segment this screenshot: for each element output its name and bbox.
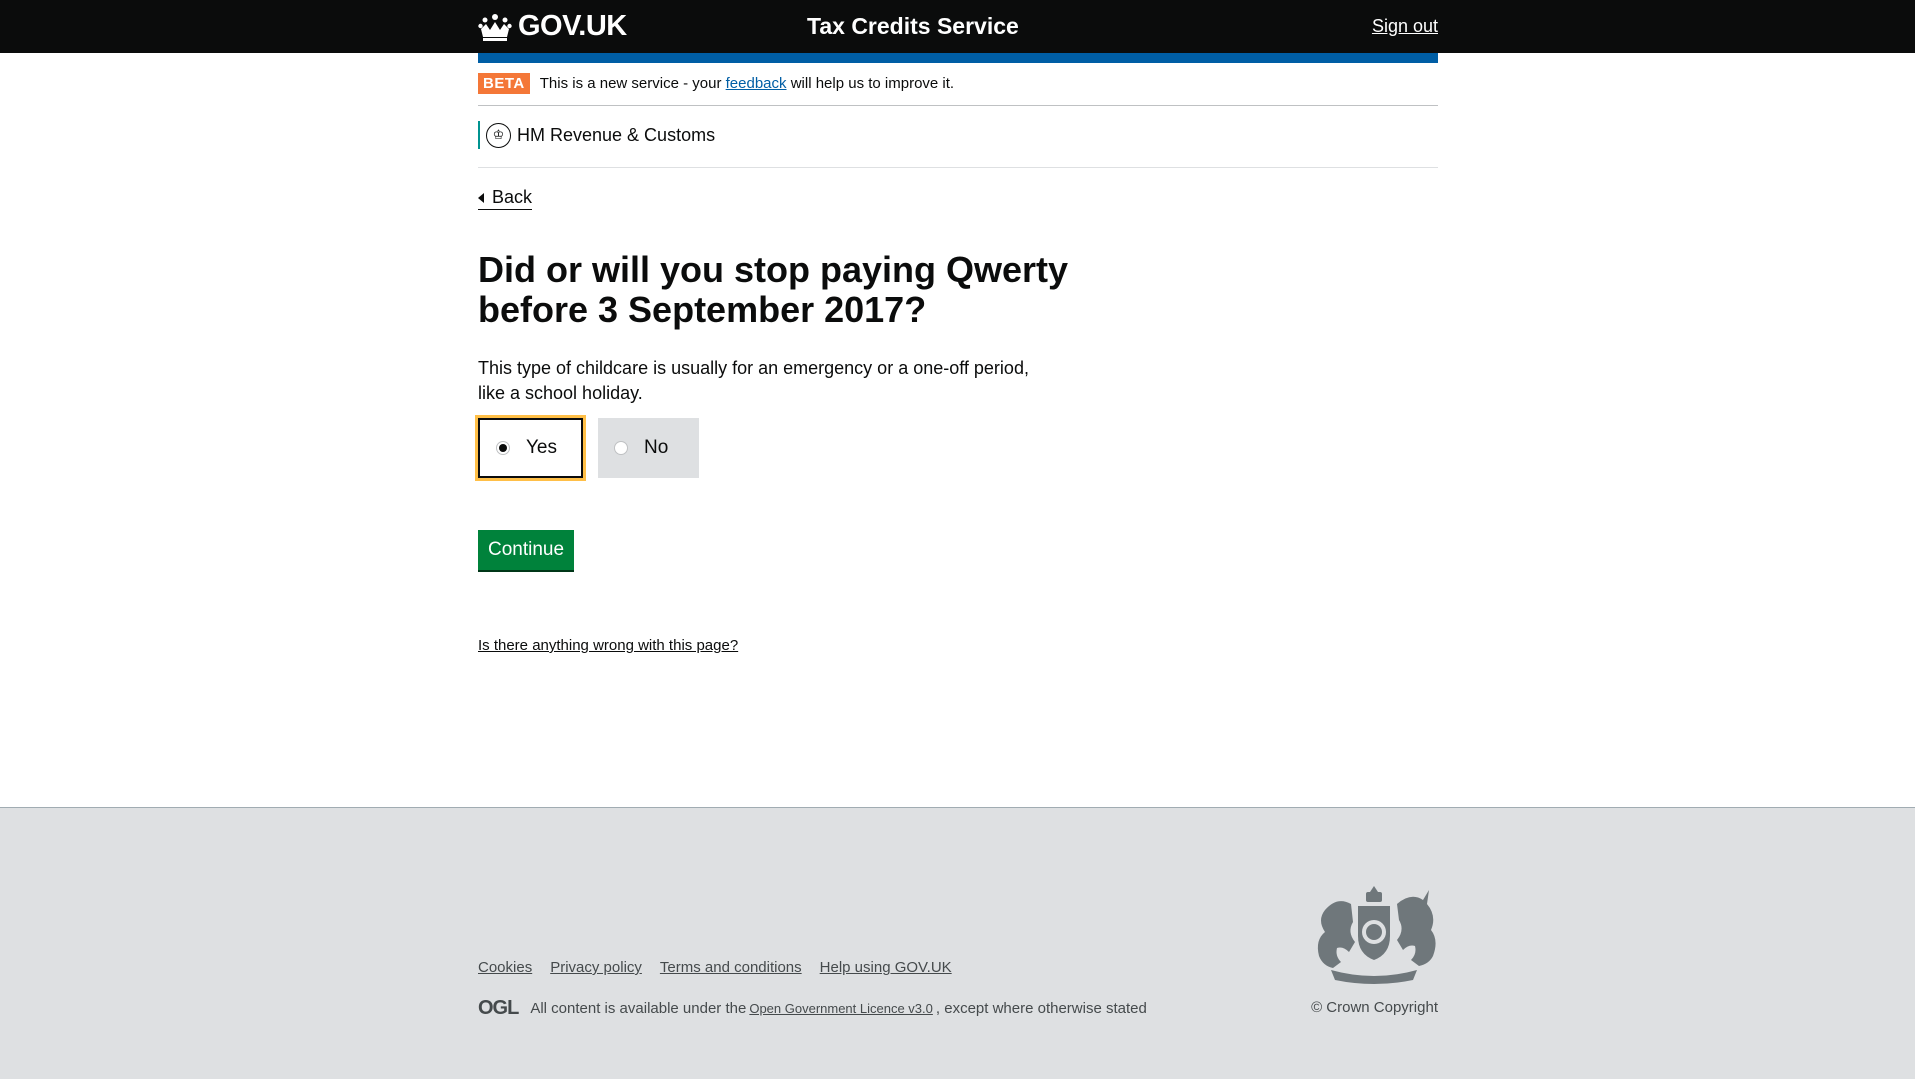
footer-links: Cookies Privacy policy Terms and conditi… — [478, 959, 970, 976]
logo-text: GOV.UK — [518, 10, 627, 42]
continue-button[interactable]: Continue — [478, 530, 575, 570]
back-link[interactable]: Back — [478, 187, 533, 210]
licence-text-after: , except where otherwise stated — [935, 1000, 1147, 1017]
beta-text-after: will help us to improve it. — [790, 75, 955, 92]
sign-out-link[interactable]: Sign out — [1372, 16, 1438, 37]
footer: Cookies Privacy policy Terms and conditi… — [0, 807, 1915, 1079]
crown-copyright-link[interactable]: © Crown Copyright — [1311, 999, 1438, 1016]
divider — [478, 167, 1438, 168]
radio-no[interactable]: No — [598, 418, 699, 478]
footer-link-help[interactable]: Help using GOV.UK — [820, 959, 952, 976]
licence-statement: OGL All content is available under the O… — [478, 997, 1147, 1020]
ogl-logo-icon: OGL — [478, 997, 519, 1019]
page-title: Did or will you stop paying Qwerty befor… — [478, 249, 1069, 330]
radio-button-icon — [496, 441, 510, 455]
crown-icon — [478, 13, 512, 41]
question-hint: This type of childcare is usually for an… — [478, 358, 1029, 403]
organisation-logo: ♔ HM Revenue & Customs — [478, 121, 715, 149]
footer-link-privacy[interactable]: Privacy policy — [550, 959, 642, 976]
beta-text-before: This is a new service - your — [539, 75, 722, 92]
footer-link-terms[interactable]: Terms and conditions — [660, 959, 802, 976]
divider — [478, 105, 1438, 106]
global-header: GOV.UK Tax Credits Service Sign out — [0, 0, 1915, 53]
feedback-link[interactable]: feedback — [726, 75, 787, 92]
radio-yes-label: Yes — [526, 437, 557, 458]
govuk-logo[interactable]: GOV.UK — [478, 10, 627, 43]
back-label: Back — [492, 187, 533, 207]
report-problem-link[interactable]: Is there anything wrong with this page? — [478, 637, 738, 654]
hmrc-crest-icon: ♔ — [486, 122, 511, 148]
service-name-link[interactable]: Tax Credits Service — [807, 13, 1019, 40]
radio-yes[interactable]: Yes — [475, 415, 586, 481]
header-blue-bar — [478, 53, 1438, 63]
back-arrow-icon — [478, 192, 484, 203]
licence-text-before: All content is available under the — [530, 1000, 747, 1017]
beta-banner: BETA This is a new service - your feedba… — [478, 73, 954, 94]
footer-link-cookies[interactable]: Cookies — [478, 959, 532, 976]
royal-coat-of-arms-icon — [1317, 886, 1436, 984]
organisation-name: HM Revenue & Customs — [517, 124, 716, 145]
licence-link[interactable]: Open Government Licence v3.0 — [749, 1001, 933, 1016]
beta-tag: BETA — [478, 73, 530, 94]
radio-button-icon — [614, 441, 628, 455]
radio-no-label: No — [644, 437, 669, 458]
